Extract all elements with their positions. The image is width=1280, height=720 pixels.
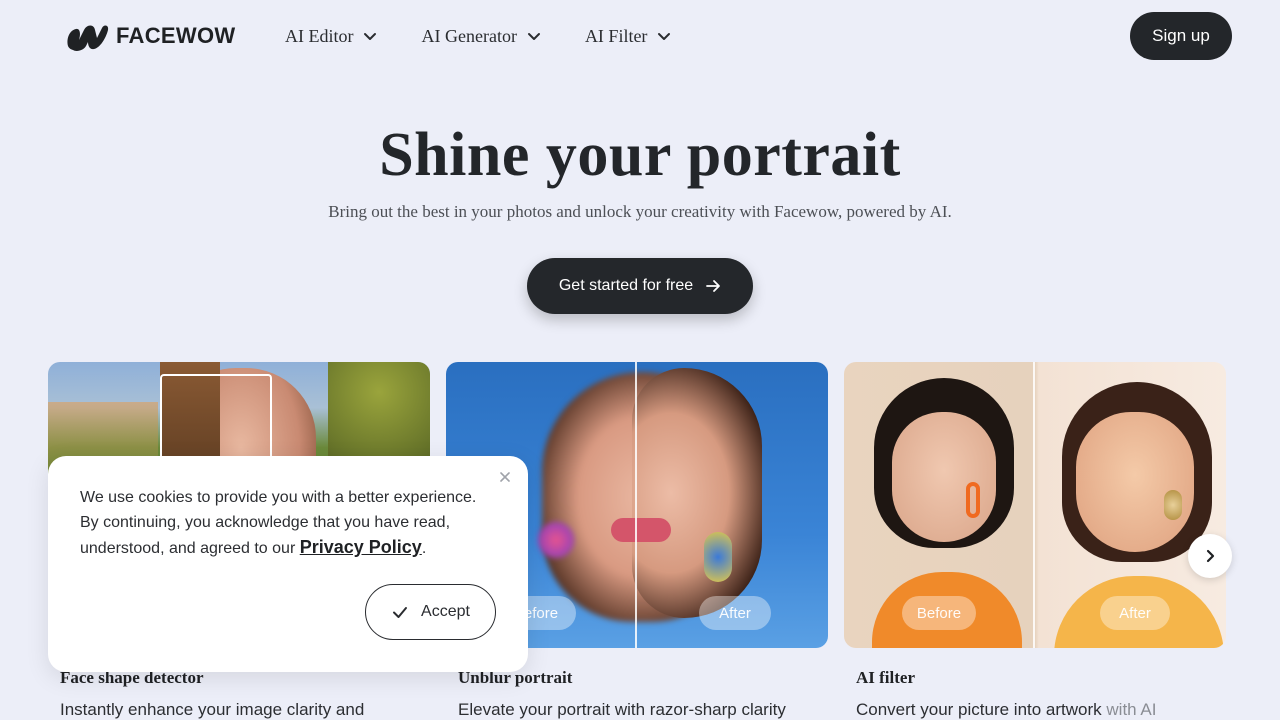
cookie-text-end: . bbox=[421, 540, 427, 557]
main-nav: AI Editor AI Generator AI Filter bbox=[285, 24, 715, 48]
card-desc-fade: with AI bbox=[1106, 700, 1157, 719]
card-desc: Convert your picture into artwork with A… bbox=[856, 700, 1156, 720]
card-desc-text: Instantly enhance your image clarity and bbox=[60, 700, 365, 719]
nav-ai-filter[interactable]: AI Filter bbox=[585, 24, 672, 48]
card-image: Before After bbox=[844, 362, 1226, 648]
hero-title: Shine your portrait bbox=[379, 121, 901, 189]
feature-card-ai-filter[interactable]: Before After AI filter Convert your pict… bbox=[844, 362, 1226, 719]
card-desc-text: Convert your picture into artwork bbox=[856, 700, 1107, 719]
check-icon bbox=[393, 607, 408, 618]
chevron-down-icon bbox=[527, 33, 540, 40]
accept-cookies-button[interactable]: Accept bbox=[365, 584, 496, 640]
chevron-right-icon bbox=[1206, 549, 1215, 563]
card-desc: Elevate your portrait with razor-sharp c… bbox=[458, 700, 786, 720]
nav-label: AI Generator bbox=[421, 25, 517, 46]
signup-button[interactable]: Sign up bbox=[1130, 12, 1232, 60]
chevron-down-icon bbox=[658, 33, 671, 40]
cookie-message: We use cookies to provide you with a bet… bbox=[80, 486, 490, 562]
hero-subtitle: Bring out the best in your photos and un… bbox=[328, 202, 952, 221]
before-label: Before bbox=[902, 596, 976, 630]
arrow-right-icon bbox=[706, 280, 721, 292]
card-title: AI filter bbox=[856, 668, 916, 687]
card-desc: Instantly enhance your image clarity and bbox=[60, 700, 364, 720]
nav-label: AI Editor bbox=[285, 25, 354, 46]
brand-logo[interactable]: FACEWOW bbox=[64, 20, 235, 52]
accept-label: Accept bbox=[421, 603, 470, 620]
cookie-banner: We use cookies to provide you with a bet… bbox=[48, 456, 528, 672]
nav-ai-generator[interactable]: AI Generator bbox=[421, 24, 540, 48]
facewow-logo-icon bbox=[67, 25, 109, 51]
privacy-policy-link[interactable]: Privacy Policy bbox=[300, 537, 422, 557]
compare-divider bbox=[635, 362, 637, 648]
carousel-next-button[interactable] bbox=[1188, 534, 1232, 578]
nav-ai-editor[interactable]: AI Editor bbox=[285, 24, 377, 48]
card-desc-text: Elevate your portrait with razor-sharp c… bbox=[458, 700, 786, 719]
cta-label: Get started for free bbox=[558, 277, 694, 294]
close-icon[interactable] bbox=[498, 470, 512, 484]
after-label: After bbox=[1100, 596, 1170, 630]
after-label: After bbox=[699, 596, 771, 630]
get-started-button[interactable]: Get started for free bbox=[527, 258, 753, 314]
compare-divider bbox=[1033, 362, 1035, 648]
brand-name: FACEWOW bbox=[116, 23, 236, 48]
chevron-down-icon bbox=[364, 33, 377, 40]
site-header: FACEWOW AI Editor AI Generator AI Filter… bbox=[0, 0, 1280, 72]
nav-label: AI Filter bbox=[584, 25, 648, 46]
